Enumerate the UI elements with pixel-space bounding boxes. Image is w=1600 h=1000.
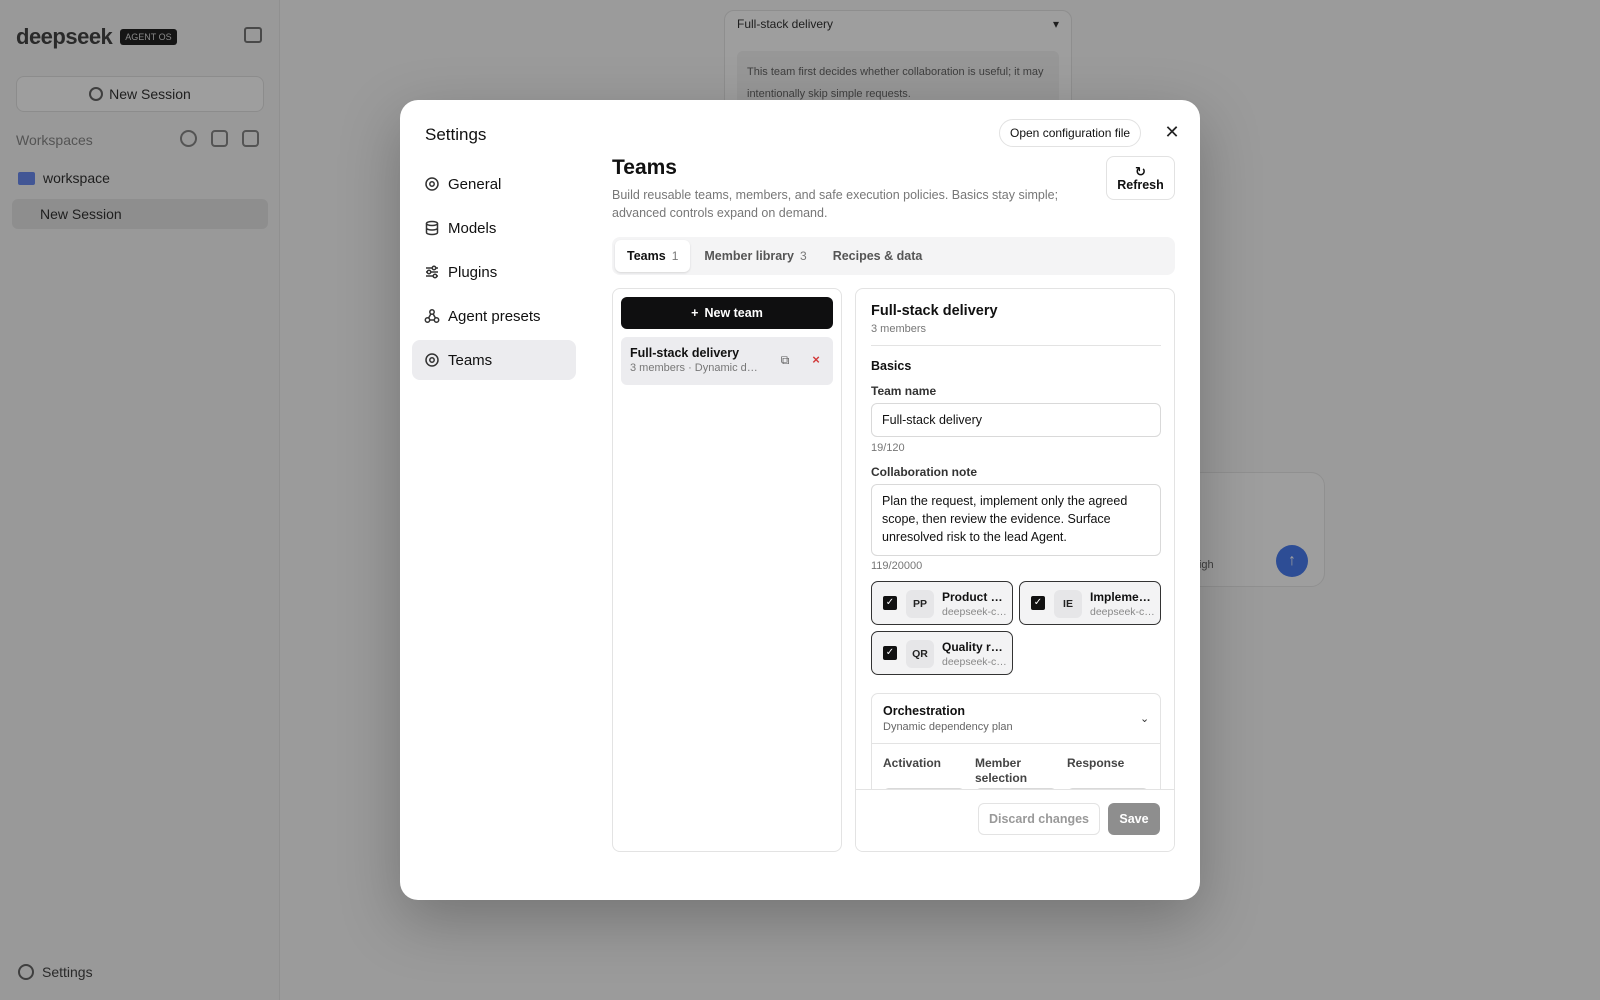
open-config-button[interactable]: Open configuration file [999, 119, 1142, 147]
gear-icon [424, 352, 440, 368]
member-model: deepseek-chat [1090, 606, 1156, 618]
member-chip[interactable]: ✓ IE Implementation engineer deepseek-ch… [1019, 581, 1161, 625]
page-subtitle: Build reusable teams, members, and safe … [612, 188, 1059, 220]
tab-member-library[interactable]: Member library 3 [692, 240, 818, 272]
basics-label: Basics [871, 359, 912, 373]
teams-tabs: Teams 1 Member library 3 Recipes & data [612, 237, 1175, 275]
editor-footer: Discard changes Save [856, 789, 1174, 851]
member-selection-label: Member selection [975, 756, 1028, 785]
refresh-button[interactable]: ↻ Refresh [1106, 156, 1175, 200]
duplicate-icon[interactable]: ⧉ [778, 353, 792, 367]
member-model: deepseek-chat [942, 606, 1008, 618]
editor-subtitle: 3 members [871, 323, 927, 335]
nav-item-teams[interactable]: Teams [412, 340, 576, 380]
member-name: Implementation engineer [1090, 590, 1156, 604]
nav-label: General [448, 175, 502, 193]
nav-item-agent-presets[interactable]: Agent presets [412, 296, 576, 336]
team-name-counter: 19/120 [871, 442, 905, 454]
chevron-down-icon: ⌄ [1140, 713, 1150, 725]
page-title: Teams [612, 156, 677, 179]
member-name: Quality reviewer [942, 640, 1008, 654]
team-name-input[interactable] [871, 403, 1161, 437]
tab-teams[interactable]: Teams 1 [615, 240, 691, 272]
tab-recipes-data[interactable]: Recipes & data [821, 240, 935, 272]
nav-label: Teams [448, 351, 493, 369]
nav-label: Models [448, 219, 497, 237]
settings-nav: General Models Plugins Agent presets Tea… [412, 164, 576, 384]
collaboration-note-input[interactable]: Plan the request, implement only the agr… [871, 484, 1161, 556]
team-editor: Full-stack delivery 3 members Basics Tea… [855, 288, 1175, 852]
close-icon[interactable]: ✕ [1162, 122, 1182, 142]
activation-label: Activation [883, 756, 942, 770]
tab-label: Recipes & data [832, 249, 923, 263]
agents-icon [424, 308, 440, 324]
note-label: Collaboration note [871, 465, 977, 479]
plus-icon: + [691, 306, 699, 320]
refresh-icon: ↻ [1135, 163, 1146, 179]
orchestration-title: Orchestration [883, 704, 965, 718]
tab-count: 1 [671, 249, 679, 263]
save-button[interactable]: Save [1108, 803, 1160, 835]
member-checkbox[interactable]: ✓ [883, 596, 897, 610]
divider [871, 345, 1161, 346]
team-list-item[interactable]: Full-stack delivery 3 members · Dynamic … [621, 337, 833, 385]
orchestration-subtitle: Dynamic dependency plan [883, 721, 1013, 733]
sliders-icon [424, 264, 440, 280]
gear-icon [424, 176, 440, 192]
editor-title: Full-stack delivery [871, 303, 998, 319]
delete-icon[interactable]: × [809, 353, 823, 367]
team-list-panel: + New team Full-stack delivery 3 members… [612, 288, 842, 852]
nav-item-general[interactable]: General [412, 164, 576, 204]
member-avatar: QR [906, 640, 934, 668]
nav-item-plugins[interactable]: Plugins [412, 252, 576, 292]
tab-label: Member library [704, 249, 794, 263]
note-counter: 119/20000 [871, 560, 923, 572]
refresh-label: Refresh [1117, 177, 1164, 192]
member-model: deepseek-chat [942, 656, 1008, 668]
member-chip[interactable]: ✓ QR Quality reviewer deepseek-chat [871, 631, 1013, 675]
member-avatar: PP [906, 590, 934, 618]
nav-label: Agent presets [448, 307, 541, 325]
tab-count: 3 [800, 249, 807, 263]
nav-label: Plugins [448, 263, 498, 281]
discard-changes-button[interactable]: Discard changes [978, 803, 1100, 835]
team-card-meta: 3 members · Dynamic dependency plan [630, 362, 760, 374]
member-avatar: IE [1054, 590, 1082, 618]
response-label: Response [1067, 756, 1125, 770]
teams-content: Teams Build reusable teams, members, and… [612, 156, 1175, 852]
member-chip[interactable]: ✓ PP Product planner deepseek-chat [871, 581, 1013, 625]
member-checkbox[interactable]: ✓ [1031, 596, 1045, 610]
member-checkbox[interactable]: ✓ [883, 646, 897, 660]
orchestration-header[interactable]: Orchestration Dynamic dependency plan ⌄ [872, 694, 1160, 744]
database-icon [424, 220, 440, 236]
team-card-name: Full-stack delivery [630, 346, 740, 360]
nav-item-models[interactable]: Models [412, 208, 576, 248]
settings-modal: Settings Open configuration file ✕ Gener… [400, 100, 1200, 900]
modal-title: Settings [425, 125, 487, 144]
member-name: Product planner [942, 590, 1008, 604]
new-team-button[interactable]: + New team [621, 297, 833, 329]
team-name-label: Team name [871, 384, 937, 398]
new-team-label: New team [704, 306, 763, 320]
tab-label: Teams [627, 249, 666, 263]
